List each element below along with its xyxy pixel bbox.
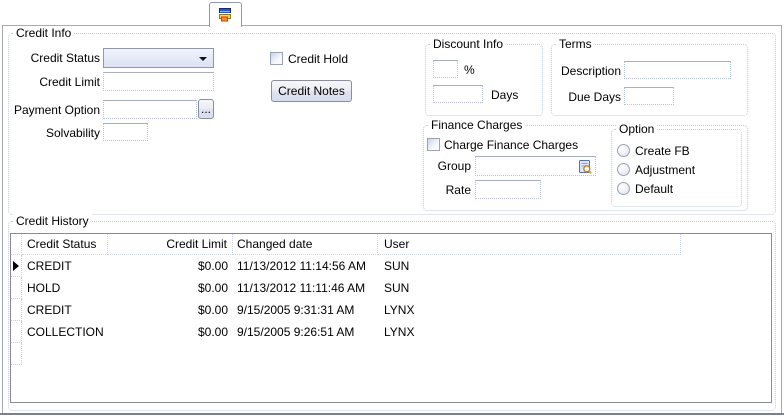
column-header-changed-date[interactable]: Changed date (233, 234, 378, 255)
cell-credit-limit: $0.00 (108, 299, 233, 321)
credit-history-table: Credit Status Credit Limit Changed date … (10, 233, 772, 403)
credit-hold-label: Credit Hold (288, 52, 348, 66)
description-label: Description (561, 64, 621, 78)
column-header-credit-status[interactable]: Credit Status (22, 234, 108, 255)
table-row[interactable]: COLLECTION$0.009/15/2005 9:26:51 AMLYNX (11, 321, 771, 343)
radio-option-create-fb[interactable]: Create FB (617, 141, 695, 160)
cell-changed-date: 9/15/2005 9:26:51 AM (233, 321, 378, 343)
table-row[interactable]: HOLD$0.0011/13/2012 11:11:46 AMSUN (11, 277, 771, 299)
row-selector-cell[interactable] (11, 343, 22, 365)
credit-history-legend: Credit History (13, 214, 92, 228)
table-row[interactable]: CREDIT$0.009/15/2005 9:31:31 AMLYNX (11, 299, 771, 321)
credit-notes-button[interactable]: Credit Notes (271, 80, 352, 102)
group-label: Group (431, 159, 471, 173)
radio-label: Adjustment (635, 163, 695, 177)
group-input[interactable] (475, 156, 596, 176)
description-input[interactable] (624, 61, 731, 79)
lookup-icon[interactable] (577, 159, 593, 178)
column-header-credit-limit[interactable]: Credit Limit (108, 234, 233, 255)
credit-limit-label: Credit Limit (10, 75, 100, 89)
credit-limit-input[interactable] (103, 72, 214, 91)
rate-label: Rate (431, 183, 471, 197)
cell-changed-date: 11/13/2012 11:14:56 AM (233, 255, 378, 277)
credit-info-legend: Credit Info (13, 26, 74, 40)
tab-credit[interactable] (209, 2, 242, 27)
percent-label: % (464, 63, 475, 77)
cell-changed-date: 9/15/2005 9:31:31 AM (233, 299, 378, 321)
payment-option-browse-button[interactable]: ... (198, 99, 214, 119)
cell-filler (681, 299, 771, 321)
due-days-label: Due Days (561, 90, 621, 104)
cell-changed-date: 11/13/2012 11:11:46 AM (233, 277, 378, 299)
table-empty-row (11, 343, 771, 365)
row-selector-cell[interactable] (11, 321, 22, 343)
discount-info-group: Discount Info (425, 44, 543, 116)
option-legend: Option (616, 122, 657, 136)
current-row-arrow-icon (13, 261, 19, 271)
radio-label: Default (635, 182, 673, 196)
rate-input[interactable] (475, 180, 541, 199)
credit-status-dropdown[interactable] (103, 48, 214, 68)
cell-credit-status: CREDIT (22, 299, 108, 321)
table-header-row: Credit Status Credit Limit Changed date … (11, 234, 771, 255)
cell-credit-status: HOLD (22, 277, 108, 299)
table-body: CREDIT$0.0011/13/2012 11:14:56 AMSUNHOLD… (11, 255, 771, 365)
finance-charges-legend: Finance Charges (428, 118, 525, 132)
cell-credit-status: COLLECTION (22, 321, 108, 343)
radio-option-adjustment[interactable]: Adjustment (617, 160, 695, 179)
payment-option-input[interactable] (103, 100, 197, 119)
row-selector-cell[interactable] (11, 277, 22, 299)
cell-filler (681, 255, 771, 277)
charge-finance-charges-checkbox[interactable] (427, 138, 440, 151)
radio-button-icon[interactable] (617, 163, 630, 176)
discount-percent-input[interactable] (433, 60, 458, 78)
credit-status-label: Credit Status (10, 51, 100, 65)
solvability-input[interactable] (103, 123, 148, 141)
cell-credit-limit: $0.00 (108, 321, 233, 343)
cell-user: LYNX (378, 299, 681, 321)
credit-hold-checkbox[interactable] (270, 52, 283, 65)
terms-legend: Terms (556, 37, 595, 51)
option-radio-list: Create FB Adjustment Default (617, 141, 695, 198)
radio-button-icon[interactable] (617, 144, 630, 157)
row-selector-header (11, 234, 22, 255)
cell-credit-status: CREDIT (22, 255, 108, 277)
discount-info-legend: Discount Info (430, 37, 506, 51)
cell-user: SUN (378, 277, 681, 299)
discount-days-input[interactable] (433, 85, 483, 103)
column-header-user[interactable]: User (378, 234, 681, 255)
cell-filler (681, 277, 771, 299)
radio-label: Create FB (635, 144, 690, 158)
cell-filler (681, 321, 771, 343)
solvability-label: Solvability (10, 126, 100, 140)
radio-option-default[interactable]: Default (617, 179, 695, 198)
cell-credit-limit: $0.00 (108, 277, 233, 299)
row-selector-cell[interactable] (11, 255, 22, 277)
cell-user: SUN (378, 255, 681, 277)
days-label: Days (491, 88, 518, 102)
payment-option-label: Payment Option (10, 103, 100, 117)
column-header-filler (681, 234, 771, 255)
cell-user: LYNX (378, 321, 681, 343)
radio-button-icon[interactable] (617, 182, 630, 195)
due-days-input[interactable] (624, 87, 674, 105)
cell-credit-limit: $0.00 (108, 255, 233, 277)
row-selector-cell[interactable] (11, 299, 22, 321)
table-row[interactable]: CREDIT$0.0011/13/2012 11:14:56 AMSUN (11, 255, 771, 277)
charge-finance-charges-label: Charge Finance Charges (444, 138, 578, 152)
terms-group: Terms (551, 44, 748, 116)
window-bottom-edge (0, 413, 784, 415)
chevron-down-icon (199, 57, 207, 61)
